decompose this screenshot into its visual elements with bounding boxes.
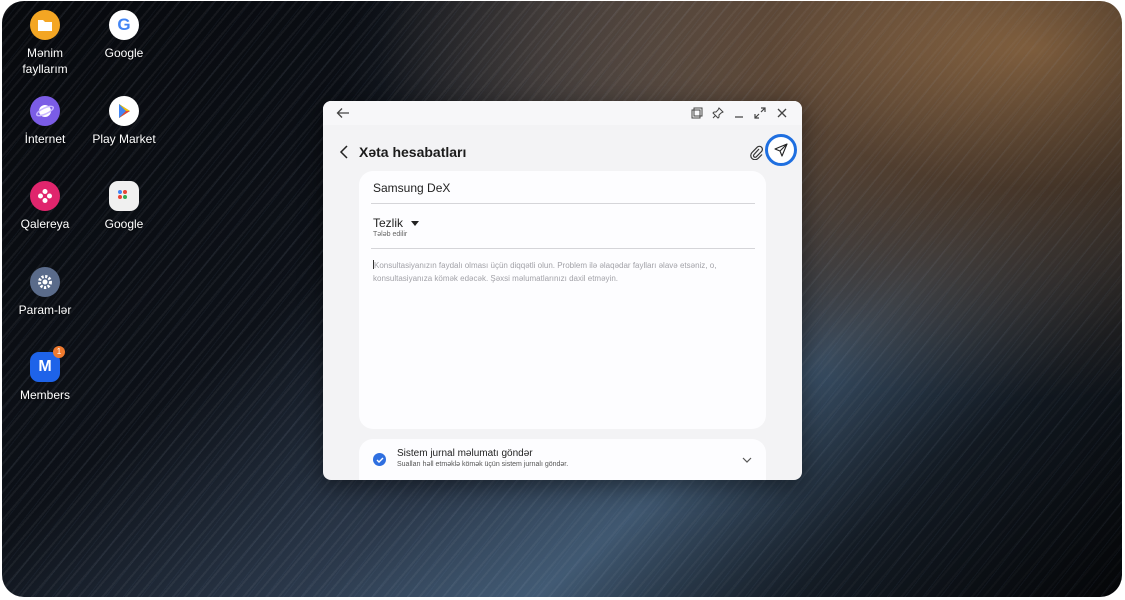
- members-icon: M 1: [30, 346, 65, 382]
- close-icon[interactable]: [774, 105, 790, 121]
- chevron-left-icon: [339, 145, 348, 159]
- pop-up-view-icon[interactable]: [689, 105, 705, 121]
- required-hint: Tələb edilir: [373, 231, 408, 238]
- gallery-icon: [30, 181, 60, 211]
- system-log-option[interactable]: Sistem jurnal məlumatı göndər Sualları h…: [359, 439, 766, 480]
- desktop-icon-google[interactable]: G Google: [84, 10, 164, 61]
- minimize-icon[interactable]: [731, 105, 747, 121]
- app-name-field[interactable]: Samsung DeX: [373, 181, 450, 195]
- system-log-subtitle: Sualları həll etməklə kömək üçün sistem …: [397, 461, 569, 468]
- report-form: Samsung DeX Tezlik Tələb edilir Konsulta…: [359, 171, 766, 429]
- category-label: Tezlik: [373, 216, 404, 230]
- desktop-icon-internet[interactable]: İnternet: [5, 96, 85, 147]
- desktop-icon-label: Google: [104, 46, 144, 60]
- category-dropdown[interactable]: Tezlik: [373, 216, 420, 230]
- desktop-icon-label: Google: [104, 217, 144, 231]
- send-button[interactable]: [765, 134, 797, 166]
- system-log-title: Sistem jurnal məlumatı göndər: [397, 448, 533, 459]
- internet-icon: [30, 96, 60, 126]
- app-header: Xəta hesabatları: [323, 137, 802, 167]
- desktop-icon-label: Param-lər: [18, 303, 72, 317]
- notification-badge: 1: [53, 346, 65, 358]
- chevron-down-icon[interactable]: [742, 451, 752, 469]
- desktop-icon-gallery[interactable]: Qalereya: [5, 181, 85, 232]
- desktop-icon-my-files[interactable]: Mənim fayllarım: [5, 10, 85, 77]
- divider: [371, 248, 755, 249]
- desktop-icon-label: Qalereya: [20, 217, 70, 231]
- google-icon: G: [109, 10, 139, 40]
- desktop-icon-label: Play Market: [92, 132, 156, 146]
- maximize-icon[interactable]: [752, 105, 768, 121]
- desktop-icon-label: İnternet: [24, 132, 66, 146]
- window-titlebar[interactable]: [323, 101, 802, 125]
- desktop-icon-label: Members: [19, 388, 70, 402]
- dropdown-caret-icon: [411, 220, 420, 226]
- pin-icon[interactable]: [710, 105, 726, 121]
- desktop-icon-play-market[interactable]: Play Market: [84, 96, 164, 147]
- desktop-icon-members[interactable]: M 1 Members: [5, 346, 85, 403]
- divider: [371, 203, 755, 204]
- titlebar-back-icon[interactable]: [335, 105, 351, 121]
- description-placeholder: Konsultasiyanızın faydalı olması üçün di…: [373, 261, 717, 283]
- send-icon: [774, 143, 788, 157]
- description-input[interactable]: Konsultasiyanızın faydalı olması üçün di…: [373, 259, 753, 285]
- play-market-icon: [109, 96, 139, 126]
- page-title: Xəta hesabatları: [359, 144, 467, 160]
- error-report-window: Xəta hesabatları Samsung DeX Tezlik Tələ…: [323, 101, 802, 480]
- folder-icon: [30, 10, 60, 40]
- desktop-icon-google-folder[interactable]: Google: [84, 181, 164, 232]
- settings-icon: [30, 267, 60, 297]
- desktop-icon-label: Mənim fayllarım: [22, 46, 68, 76]
- checkbox-checked-icon[interactable]: [373, 453, 386, 466]
- paperclip-icon: [750, 145, 763, 161]
- desktop-icon-settings[interactable]: Param-lər: [5, 267, 85, 318]
- google-folder-icon: [109, 181, 139, 211]
- attach-button[interactable]: [749, 144, 765, 161]
- back-button[interactable]: [337, 144, 353, 160]
